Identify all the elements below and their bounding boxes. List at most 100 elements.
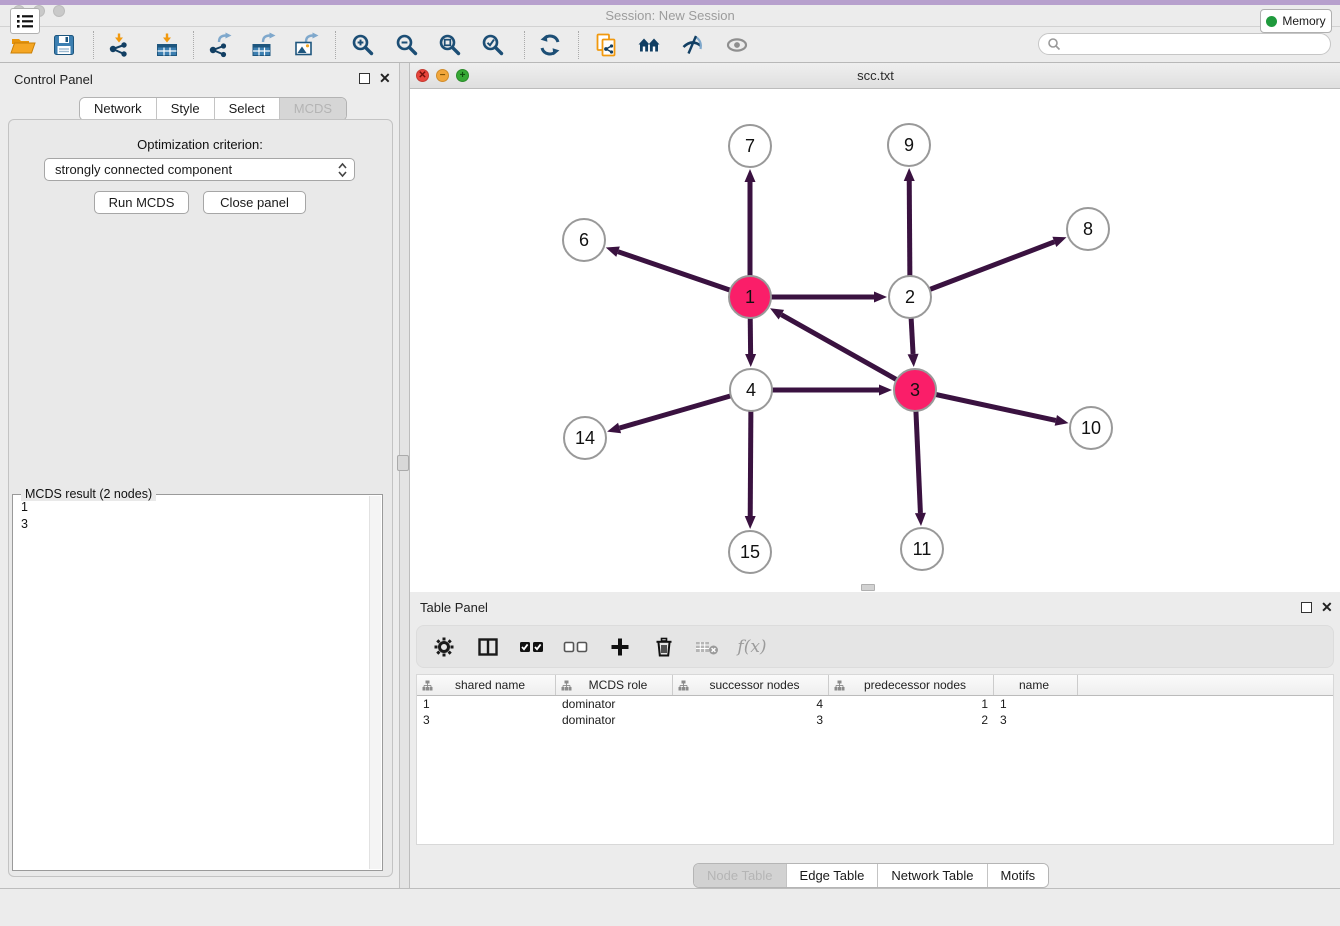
tab-select[interactable]: Select xyxy=(215,98,280,120)
table-cell[interactable]: 2 xyxy=(829,712,994,728)
zoom-selected-icon[interactable] xyxy=(479,31,507,59)
search-input[interactable] xyxy=(1066,36,1322,52)
node-11[interactable]: 11 xyxy=(901,528,943,570)
close-panel-button[interactable]: Close panel xyxy=(203,191,306,214)
table-cell[interactable]: 3 xyxy=(994,712,1078,728)
svg-text:8: 8 xyxy=(1083,219,1093,239)
export-network-icon[interactable] xyxy=(205,31,233,59)
table-cell[interactable]: 1 xyxy=(417,696,556,712)
status-bar xyxy=(0,888,1340,926)
table-cell[interactable]: 4 xyxy=(673,696,829,712)
unselect-all-columns-icon[interactable] xyxy=(561,632,591,662)
close-panel-icon[interactable]: ✕ xyxy=(379,72,391,84)
float-panel-icon[interactable] xyxy=(359,73,370,84)
network-canvas-svg: 7 9 6 8 1 2 4 3 14 10 15 11 xyxy=(410,89,1340,592)
home-icon[interactable] xyxy=(635,31,663,59)
hide-graphics-details-icon[interactable] xyxy=(679,31,707,59)
run-mcds-button[interactable]: Run MCDS xyxy=(94,191,189,214)
node-2[interactable]: 2 xyxy=(889,276,931,318)
edge-1-6[interactable] xyxy=(606,246,750,297)
table-row[interactable]: 1dominator411 xyxy=(417,696,1333,712)
zoom-out-icon[interactable] xyxy=(393,31,421,59)
new-network-from-selection-icon[interactable] xyxy=(592,31,620,59)
export-image-icon[interactable] xyxy=(292,31,320,59)
vertical-splitter-handle[interactable] xyxy=(397,455,409,471)
node-6[interactable]: 6 xyxy=(563,219,605,261)
column-header-name[interactable]: name xyxy=(994,675,1078,695)
table-row[interactable]: 3dominator323 xyxy=(417,712,1333,728)
toolbar-separator xyxy=(93,31,94,59)
node-15[interactable]: 15 xyxy=(729,531,771,573)
show-graphics-details-icon[interactable] xyxy=(723,31,751,59)
toolbar-separator xyxy=(578,31,579,59)
tab-network-table[interactable]: Network Table xyxy=(878,864,987,887)
tab-motifs[interactable]: Motifs xyxy=(988,864,1049,887)
tab-edge-table[interactable]: Edge Table xyxy=(787,864,879,887)
node-7[interactable]: 7 xyxy=(729,125,771,167)
network-canvas[interactable]: 7 9 6 8 1 2 4 3 14 10 15 11 xyxy=(410,89,1340,592)
zoom-in-icon[interactable] xyxy=(349,31,377,59)
memory-button[interactable]: Memory xyxy=(1260,9,1332,33)
tab-mcds[interactable]: MCDS xyxy=(280,98,346,120)
network-close-button[interactable]: ✕ xyxy=(416,69,429,82)
zoom-fit-icon[interactable] xyxy=(436,31,464,59)
node-3[interactable]: 3 xyxy=(894,369,936,411)
create-column-icon[interactable] xyxy=(605,632,635,662)
column-label: successor nodes xyxy=(689,678,828,692)
table-cell[interactable]: dominator xyxy=(556,696,673,712)
table-options-icon[interactable] xyxy=(429,632,459,662)
float-table-panel-icon[interactable] xyxy=(1301,602,1312,613)
column-label: name xyxy=(999,678,1077,692)
network-window: scc.txt ✕ − + 7 9 6 8 1 2 4 3 14 10 15 11 xyxy=(409,63,1340,592)
network-minimize-button[interactable]: − xyxy=(436,69,449,82)
network-window-title: scc.txt xyxy=(410,63,1340,88)
select-all-columns-icon[interactable] xyxy=(517,632,547,662)
export-table-icon[interactable] xyxy=(249,31,277,59)
tab-network[interactable]: Network xyxy=(80,98,157,120)
network-zoom-button[interactable]: + xyxy=(456,69,469,82)
list-icon xyxy=(16,14,34,29)
svg-text:14: 14 xyxy=(575,428,595,448)
table-cell[interactable]: 3 xyxy=(417,712,556,728)
show-columns-icon[interactable] xyxy=(473,632,503,662)
horizontal-splitter-handle[interactable] xyxy=(861,584,875,591)
edge-2-8[interactable] xyxy=(910,237,1067,297)
tab-style[interactable]: Style xyxy=(157,98,215,120)
open-file-icon[interactable] xyxy=(9,31,37,59)
table-panel: Table Panel ✕ f(x) xyxy=(409,592,1340,888)
node-4[interactable]: 4 xyxy=(730,369,772,411)
table-toolbar: f(x) xyxy=(416,625,1334,668)
column-header-successor-nodes[interactable]: successor nodes xyxy=(673,675,829,695)
node-table-header: shared name MCDS role successor nodesprede… xyxy=(417,675,1333,696)
import-table-icon[interactable] xyxy=(153,31,181,59)
save-session-icon[interactable] xyxy=(50,31,78,59)
table-cell[interactable]: 1 xyxy=(829,696,994,712)
column-label: MCDS role xyxy=(572,678,672,692)
table-cell[interactable]: dominator xyxy=(556,712,673,728)
delete-table-icon xyxy=(693,632,723,662)
close-table-panel-icon[interactable]: ✕ xyxy=(1321,601,1333,613)
table-cell[interactable]: 3 xyxy=(673,712,829,728)
edge-4-14[interactable] xyxy=(607,390,751,433)
column-header-MCDS-role[interactable]: MCDS role xyxy=(556,675,673,695)
node-9[interactable]: 9 xyxy=(888,124,930,166)
svg-text:7: 7 xyxy=(745,136,755,156)
node-1[interactable]: 1 xyxy=(729,276,771,318)
edge-3-1[interactable] xyxy=(770,308,915,390)
task-history-button[interactable] xyxy=(10,8,40,34)
search-box[interactable] xyxy=(1038,33,1331,55)
criterion-dropdown[interactable]: strongly connected component xyxy=(44,158,355,181)
delete-columns-icon[interactable] xyxy=(649,632,679,662)
edge-3-10[interactable] xyxy=(915,390,1069,426)
node-8[interactable]: 8 xyxy=(1067,208,1109,250)
column-header-predecessor-nodes[interactable]: predecessor nodes xyxy=(829,675,994,695)
apply-layout-icon[interactable] xyxy=(536,31,564,59)
table-cell[interactable]: 1 xyxy=(994,696,1078,712)
node-10[interactable]: 10 xyxy=(1070,407,1112,449)
result-scrollbar[interactable] xyxy=(369,496,381,869)
svg-text:2: 2 xyxy=(905,287,915,307)
column-header-shared-name[interactable]: shared name xyxy=(417,675,556,695)
import-network-icon[interactable] xyxy=(105,31,133,59)
tab-node-table[interactable]: Node Table xyxy=(694,864,787,887)
node-14[interactable]: 14 xyxy=(564,417,606,459)
